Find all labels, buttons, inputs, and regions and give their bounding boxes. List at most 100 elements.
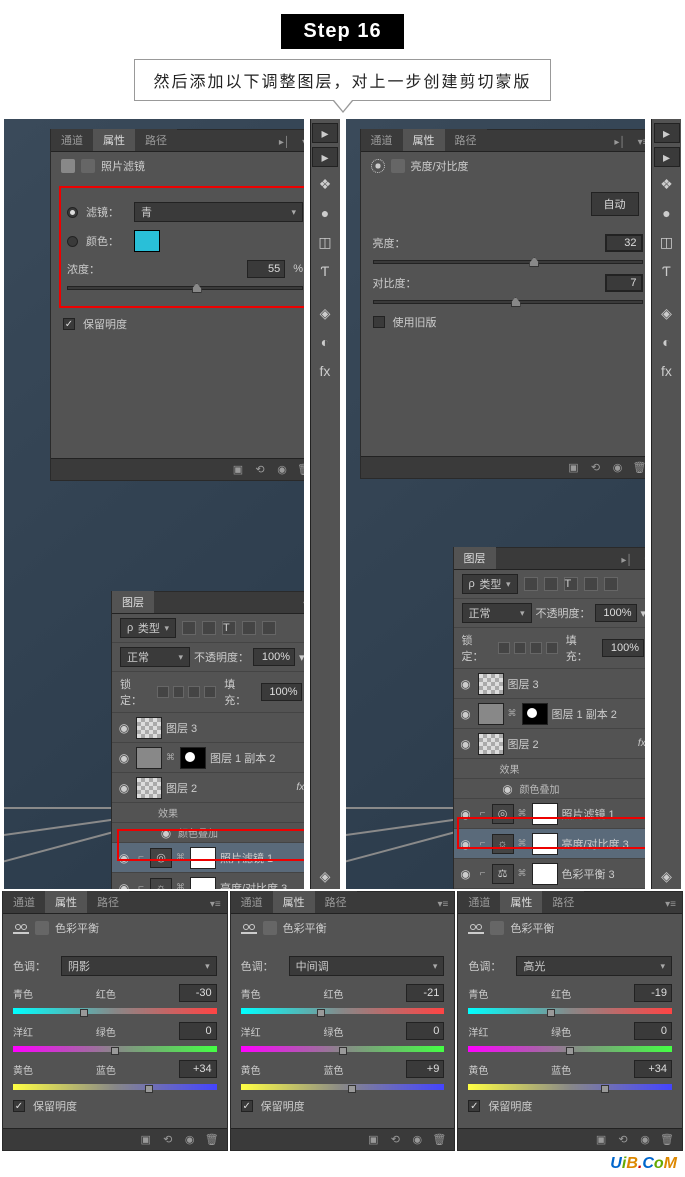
layer-name[interactable]: 图层 2 xyxy=(508,736,634,752)
fx-badge[interactable]: fx ▾ xyxy=(638,738,645,749)
layer-thumbnail[interactable] xyxy=(478,703,504,725)
tab-channels[interactable]: 通道 xyxy=(231,891,273,913)
tab-properties[interactable]: 属性 xyxy=(500,891,542,913)
fill-input[interactable]: 100% xyxy=(602,639,644,657)
link-icon[interactable]: ⌘ xyxy=(176,882,186,889)
tab-properties[interactable]: 属性 xyxy=(45,891,87,913)
layer-thumbnail[interactable] xyxy=(478,673,504,695)
tool-layers-icon[interactable]: ◈ xyxy=(654,863,680,889)
layer-mask-thumbnail[interactable] xyxy=(532,833,558,855)
checkbox-legacy[interactable] xyxy=(373,316,385,328)
layer-row[interactable]: ◉图层 2fx ▾ xyxy=(112,773,304,803)
checkbox-preserve-luminosity[interactable] xyxy=(13,1100,25,1112)
layer-name[interactable]: 图层 3 xyxy=(508,676,646,692)
collapse-icon[interactable]: ▸│ xyxy=(608,134,631,151)
tool-diamond-icon[interactable]: ◈ xyxy=(312,300,338,326)
clip-icon[interactable]: ▣ xyxy=(567,461,581,475)
link-icon[interactable]: ⌘ xyxy=(518,838,528,849)
fx-badge[interactable]: fx ▾ xyxy=(296,782,303,793)
layer-row[interactable]: ◉⌐◎⌘照片滤镜 1 xyxy=(454,799,646,829)
layer-mask-thumbnail[interactable] xyxy=(522,703,548,725)
cyan-red-slider[interactable] xyxy=(468,1008,672,1014)
tool-swatches-icon[interactable]: ❖ xyxy=(654,171,680,197)
visibility-icon[interactable]: ◉ xyxy=(275,463,289,477)
tool-sphere-icon[interactable]: ● xyxy=(654,200,680,226)
tab-layers[interactable]: 图层 xyxy=(454,547,496,569)
tool-brush-icon[interactable]: Ƭ xyxy=(312,258,338,284)
layer-row[interactable]: ◉⌘图层 1 副本 2 xyxy=(112,743,304,773)
layer-name[interactable]: 图层 2 xyxy=(166,780,292,796)
contrast-input[interactable]: 7 xyxy=(605,274,643,292)
clip-icon[interactable]: ▣ xyxy=(594,1133,608,1147)
reset-icon[interactable]: ⟲ xyxy=(388,1133,402,1147)
menu-icon[interactable]: ▾≡ xyxy=(204,896,227,913)
density-input[interactable]: 55 xyxy=(247,260,285,278)
layer-mask-thumbnail[interactable] xyxy=(190,847,216,869)
link-icon[interactable]: ⌘ xyxy=(508,708,518,719)
brightness-input[interactable]: 32 xyxy=(605,234,643,252)
tool-cube-icon[interactable]: ◫ xyxy=(312,229,338,255)
lock-pixel-icon[interactable] xyxy=(514,642,526,654)
tool-tab-icon[interactable]: ▸ xyxy=(654,123,680,143)
layer-effect[interactable]: 效果 xyxy=(454,759,646,779)
filter-smart-icon[interactable] xyxy=(262,621,276,635)
visibility-icon[interactable]: ◉ xyxy=(116,721,132,735)
layer-row[interactable]: ◉⌐☼⌘亮度/对比度 3 xyxy=(454,829,646,859)
tool-tab-icon[interactable]: ▸ xyxy=(312,123,338,143)
tab-paths[interactable]: 路径 xyxy=(445,129,487,151)
link-icon[interactable]: ⌘ xyxy=(166,752,176,763)
lock-pos-icon[interactable] xyxy=(188,686,200,698)
checkbox-preserve-luminosity[interactable] xyxy=(241,1100,253,1112)
lock-pos-icon[interactable] xyxy=(530,642,542,654)
layer-row[interactable]: ◉⌐⚖⌘色彩平衡 3 xyxy=(454,859,646,889)
layer-name[interactable]: 亮度/对比度 3 xyxy=(220,880,304,890)
visibility-icon[interactable]: ◉ xyxy=(410,1133,424,1147)
filter-shape-icon[interactable] xyxy=(584,577,598,591)
tool-diamond-icon[interactable]: ◈ xyxy=(654,300,680,326)
link-icon[interactable]: ⌘ xyxy=(518,808,528,819)
filter-adjust-icon[interactable] xyxy=(202,621,216,635)
visibility-icon[interactable]: ◉ xyxy=(458,677,474,691)
tool-brush-icon[interactable]: Ƭ xyxy=(654,258,680,284)
link-icon[interactable]: ⌘ xyxy=(518,868,528,879)
delete-icon[interactable]: 🗑 xyxy=(633,461,646,475)
layer-name[interactable]: 亮度/对比度 3 xyxy=(562,836,646,852)
clip-icon[interactable]: ▣ xyxy=(231,463,245,477)
filter-select[interactable]: 青▾ xyxy=(134,202,303,222)
layer-name[interactable]: 照片滤镜 1 xyxy=(220,850,304,866)
magenta-green-slider[interactable] xyxy=(13,1046,217,1052)
magenta-green-slider[interactable] xyxy=(241,1046,445,1052)
filter-type-icon[interactable]: T xyxy=(564,577,578,591)
tab-layers[interactable]: 图层 xyxy=(112,591,154,613)
tab-paths[interactable]: 路径 xyxy=(87,891,129,913)
tool-circle-icon[interactable]: ◐ xyxy=(312,329,338,355)
lock-trans-icon[interactable] xyxy=(157,686,169,698)
visibility-icon[interactable]: ◉ xyxy=(116,851,132,865)
layer-row[interactable]: ◉⌐☼⌘亮度/对比度 3 xyxy=(112,873,304,889)
delete-icon[interactable]: 🗑 xyxy=(660,1133,674,1147)
menu-icon[interactable]: ▾≡ xyxy=(297,596,303,613)
collapse-icon[interactable]: ▸│ xyxy=(273,134,296,151)
tool-fx-icon[interactable]: fx xyxy=(654,358,680,384)
layer-thumbnail[interactable] xyxy=(136,777,162,799)
fill-input[interactable]: 100% xyxy=(261,683,303,701)
layer-mask-thumbnail[interactable] xyxy=(180,747,206,769)
reset-icon[interactable]: ⟲ xyxy=(161,1133,175,1147)
magenta-green-slider[interactable] xyxy=(468,1046,672,1052)
tab-properties[interactable]: 属性 xyxy=(403,129,445,151)
tool-layers-icon[interactable]: ◈ xyxy=(312,863,338,889)
delete-icon[interactable]: 🗑 xyxy=(297,463,304,477)
filter-type-icon[interactable]: T xyxy=(222,621,236,635)
visibility-icon[interactable]: ◉ xyxy=(500,782,516,796)
tab-channels[interactable]: 通道 xyxy=(458,891,500,913)
magenta-green-input[interactable]: 0 xyxy=(179,1022,217,1040)
collapse-icon[interactable]: ▸│ xyxy=(615,552,638,569)
delete-icon[interactable]: 🗑 xyxy=(205,1133,219,1147)
filter-type-select[interactable]: ρ类型▾ xyxy=(462,574,518,594)
clip-icon[interactable]: ▣ xyxy=(139,1133,153,1147)
tool-circle-icon[interactable]: ◐ xyxy=(654,329,680,355)
filter-smart-icon[interactable] xyxy=(604,577,618,591)
cyan-red-slider[interactable] xyxy=(241,1008,445,1014)
cyan-red-slider[interactable] xyxy=(13,1008,217,1014)
lock-all-icon[interactable] xyxy=(204,686,216,698)
